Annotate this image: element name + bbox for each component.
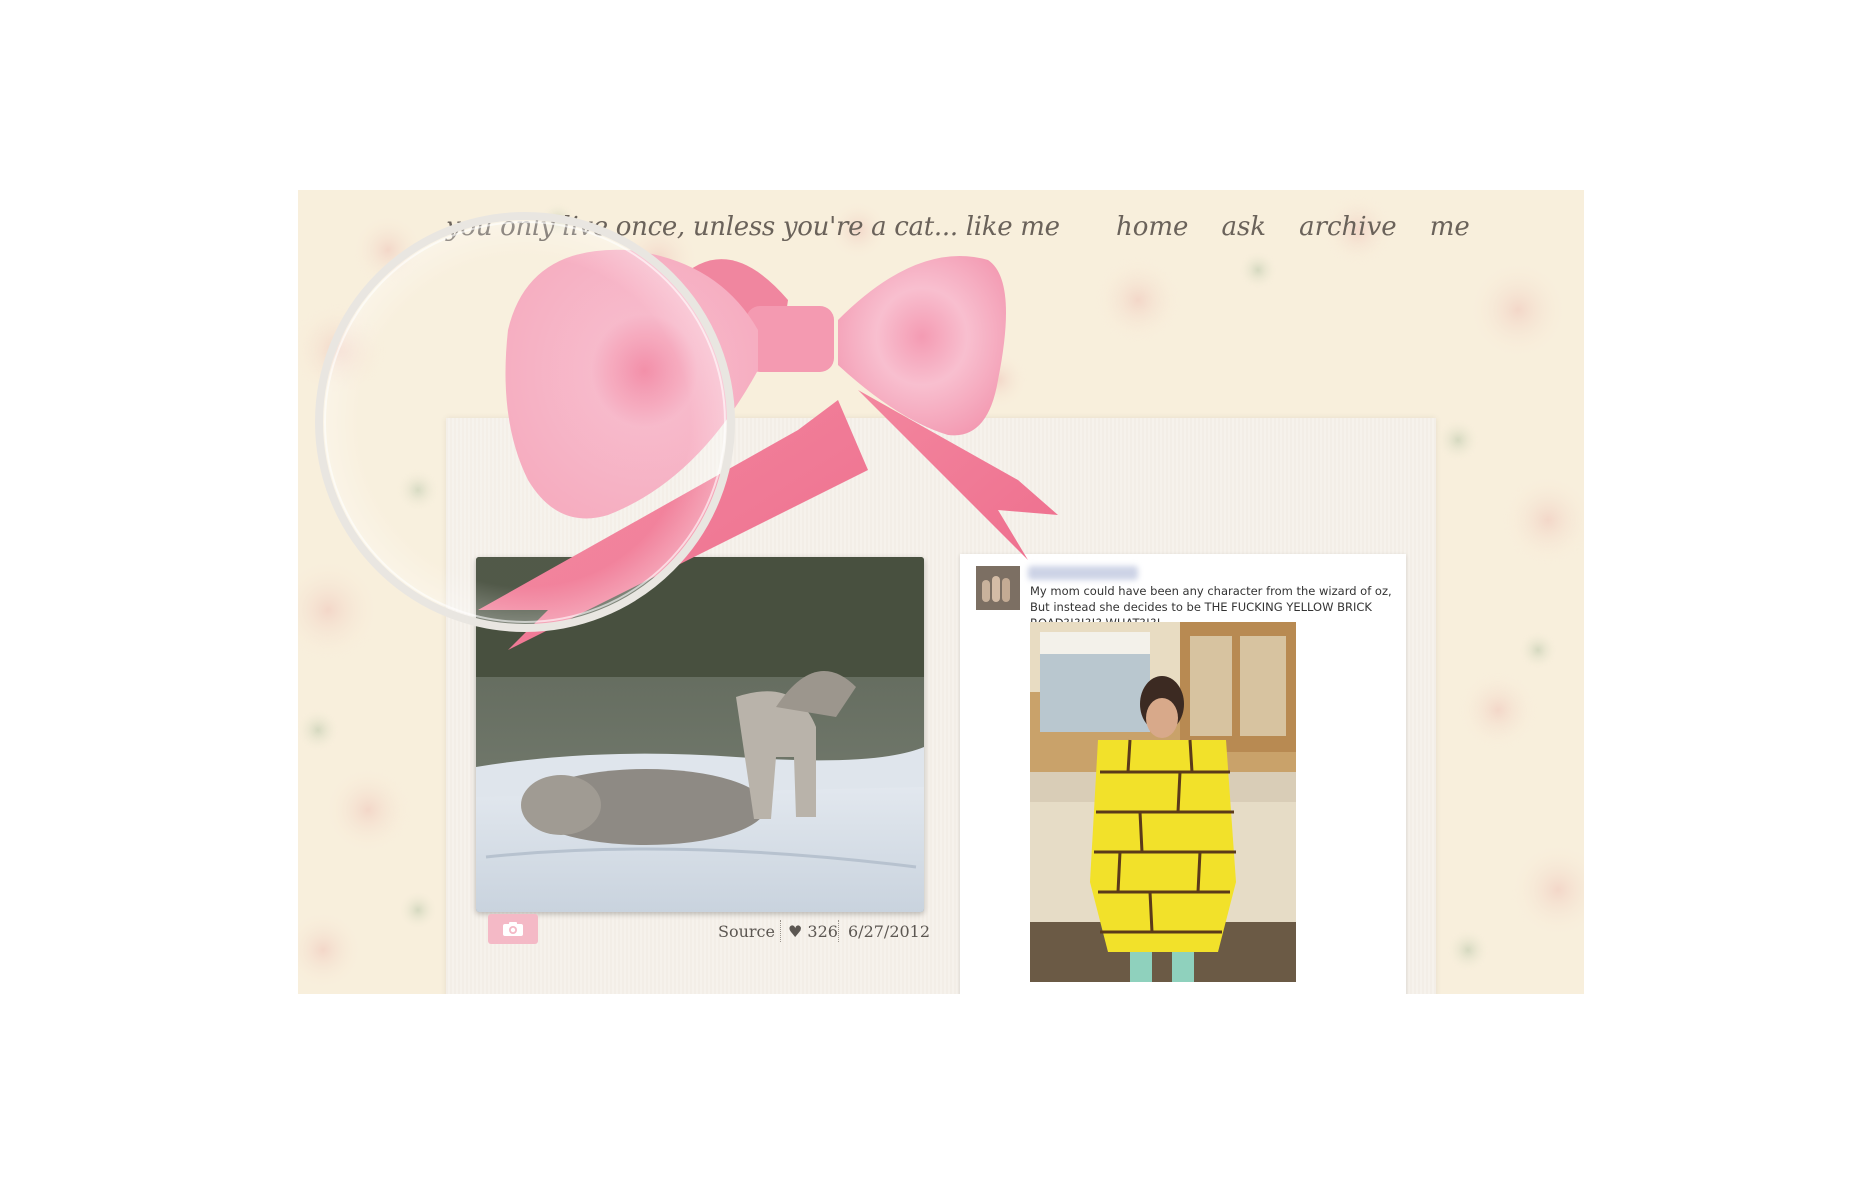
wolf-photo[interactable] bbox=[476, 557, 924, 912]
yellow-dress-photo[interactable] bbox=[1030, 622, 1296, 982]
post-date[interactable]: 6/27/2012 bbox=[848, 922, 930, 941]
nav-archive[interactable]: archive bbox=[1299, 212, 1397, 242]
nav-me[interactable]: me bbox=[1430, 212, 1470, 242]
blurred-username bbox=[1028, 566, 1138, 580]
meta-divider bbox=[780, 920, 782, 942]
blog-page: you only live once, unless you're a cat.… bbox=[298, 190, 1584, 994]
nav-home[interactable]: home bbox=[1116, 212, 1188, 242]
blog-title[interactable]: you only live once, unless you're a cat.… bbox=[446, 212, 1060, 242]
nav-ask[interactable]: ask bbox=[1221, 212, 1266, 242]
photo-post-badge[interactable] bbox=[488, 914, 538, 944]
source-link[interactable]: Source bbox=[718, 922, 775, 941]
top-nav: home ask archive me bbox=[1116, 212, 1470, 242]
meta-divider bbox=[838, 920, 840, 942]
notes-count[interactable]: ♥ 326 bbox=[788, 922, 838, 941]
screenshot-post[interactable]: My mom could have been any character fro… bbox=[960, 554, 1406, 994]
avatar bbox=[976, 566, 1020, 610]
camera-icon bbox=[503, 922, 523, 936]
